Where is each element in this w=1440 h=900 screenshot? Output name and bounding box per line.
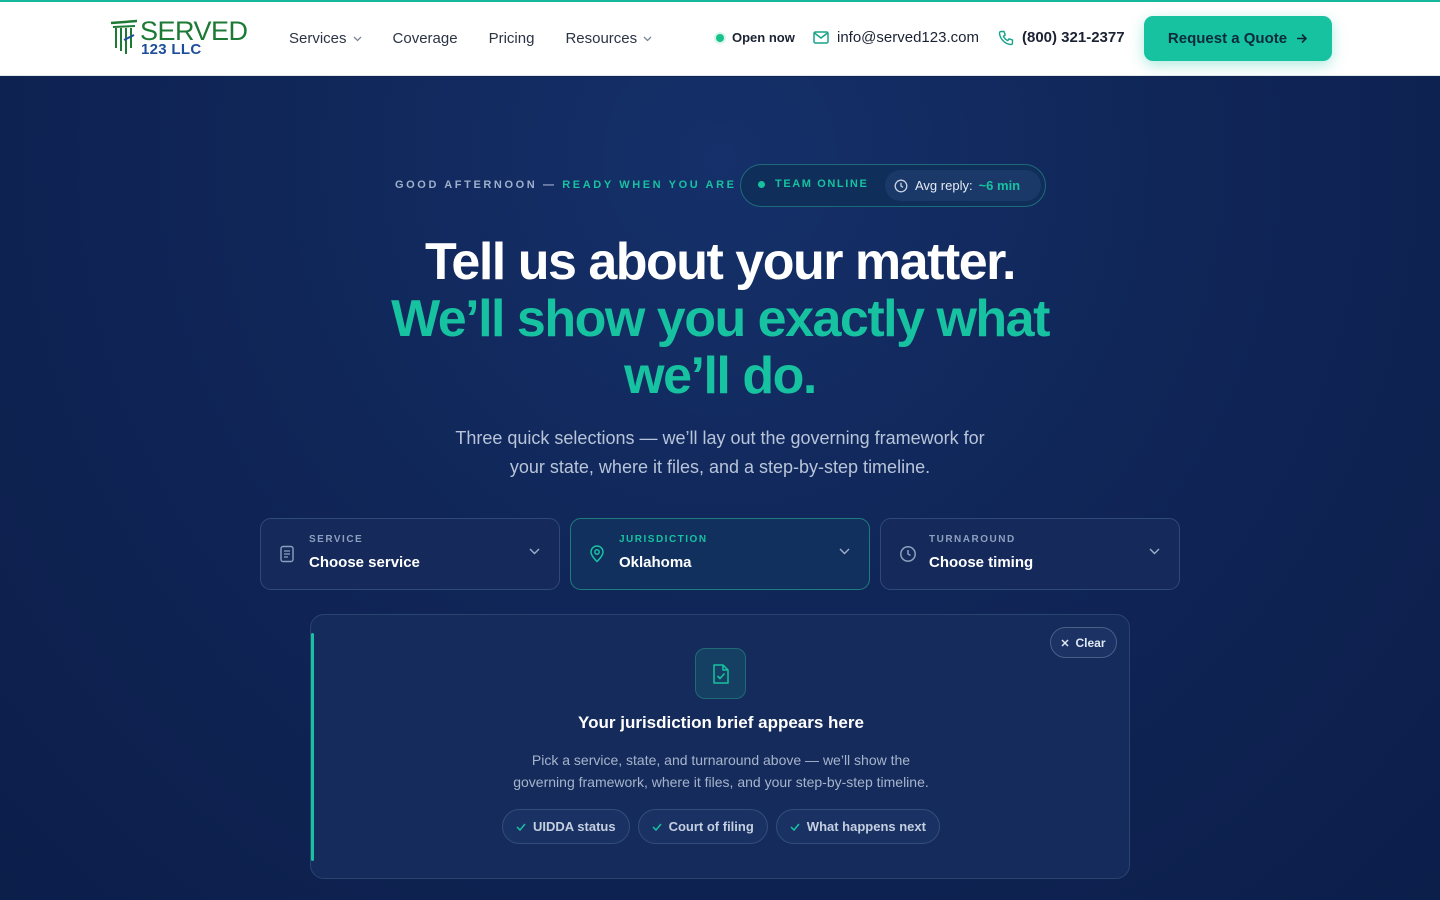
logo[interactable]: SERVED 123 LLC xyxy=(110,16,255,60)
chevron-down-icon xyxy=(643,36,652,41)
main-nav: Services Coverage Pricing Resources xyxy=(289,30,683,47)
nav-item-coverage[interactable]: Coverage xyxy=(393,30,458,47)
service-select-value: Choose service xyxy=(309,554,420,571)
turnaround-select-label: TURNAROUND xyxy=(929,534,1016,545)
hero-subtext: Three quick selections — we’ll lay out t… xyxy=(0,424,1440,482)
avg-reply-label: Avg reply: xyxy=(915,178,973,193)
nav-item-services[interactable]: Services xyxy=(289,30,362,47)
clear-button[interactable]: Clear xyxy=(1050,627,1117,658)
service-select-label: SERVICE xyxy=(309,534,364,545)
headline-accent: We’ll show you exactly what we’ll do. xyxy=(0,291,1440,405)
greeting-lead: GOOD AFTERNOON — xyxy=(395,179,557,191)
check-icon xyxy=(790,823,800,831)
jurisdiction-select-value: Oklahoma xyxy=(619,554,692,571)
turnaround-select[interactable]: TURNAROUND Choose timing xyxy=(880,518,1180,590)
document-icon xyxy=(280,545,294,563)
headline-accent-line2: we’ll do. xyxy=(624,347,817,405)
close-icon xyxy=(1061,638,1070,647)
document-check-icon xyxy=(695,648,746,699)
avg-reply-value: ~6 min xyxy=(978,178,1021,193)
brief-chip-list: UIDDA status Court of filing What happen… xyxy=(311,809,1129,844)
chip-uidda-status: UIDDA status xyxy=(502,809,630,844)
arrow-right-icon xyxy=(1297,33,1308,44)
clock-icon xyxy=(894,179,908,192)
brief-description: Pick a service, state, and turnaround ab… xyxy=(471,749,971,793)
email-text: info@served123.com xyxy=(837,29,979,46)
nav-item-pricing[interactable]: Pricing xyxy=(489,30,535,47)
check-icon xyxy=(516,823,526,831)
chevron-down-icon xyxy=(529,548,540,555)
email-link[interactable]: info@served123.com xyxy=(813,29,979,46)
online-dot-icon xyxy=(758,180,765,188)
phone-icon xyxy=(998,30,1014,45)
chip-label: UIDDA status xyxy=(533,819,616,834)
phone-link[interactable]: (800) 321-2377 xyxy=(998,29,1125,46)
nav-item-label: Resources xyxy=(565,30,638,47)
logo-suffix: 123 LLC xyxy=(141,41,202,58)
headline-accent-line1: We’ll show you exactly what xyxy=(391,290,1050,348)
chip-label: What happens next xyxy=(806,819,926,834)
mail-icon xyxy=(813,31,829,44)
chevron-down-icon xyxy=(353,36,361,41)
clear-button-label: Clear xyxy=(1075,635,1106,650)
phone-text: (800) 321-2377 xyxy=(1022,29,1125,46)
clock-icon xyxy=(900,546,916,562)
jurisdiction-select-label: JURISDICTION xyxy=(619,534,708,545)
team-online-label: TEAM ONLINE xyxy=(775,178,869,190)
request-quote-button[interactable]: Request a Quote xyxy=(1144,16,1332,61)
chip-label: Court of filing xyxy=(668,819,754,834)
hero-subtext-line2: your state, where it files, and a step-b… xyxy=(509,457,931,477)
brief-description-line1: Pick a service, state, and turnaround ab… xyxy=(531,752,911,768)
hero-subtext-line1: Three quick selections — we’ll lay out t… xyxy=(455,428,985,448)
brief-description-line2: governing framework, where it files, and… xyxy=(513,774,929,790)
pillar-logo-icon xyxy=(110,19,138,54)
site-header: SERVED 123 LLC Services Coverage Pricing… xyxy=(0,2,1440,76)
avg-reply-badge: Avg reply: ~6 min xyxy=(885,170,1041,201)
nav-item-label: Pricing xyxy=(488,30,535,47)
check-icon xyxy=(652,823,662,831)
nav-item-label: Coverage xyxy=(392,30,458,47)
turnaround-select-value: Choose timing xyxy=(929,554,1034,571)
team-status-pill: TEAM ONLINE Avg reply: ~6 min xyxy=(740,164,1046,207)
nav-item-resources[interactable]: Resources xyxy=(565,30,652,47)
jurisdiction-select[interactable]: JURISDICTION Oklahoma xyxy=(570,518,870,590)
open-status: Open now xyxy=(716,30,795,45)
team-online-indicator: TEAM ONLINE xyxy=(758,178,868,190)
chip-court-of-filing: Court of filing xyxy=(637,809,768,844)
open-status-label: Open now xyxy=(732,30,795,45)
greeting: GOOD AFTERNOON — READY WHEN YOU ARE xyxy=(395,179,737,191)
status-dot-icon xyxy=(716,33,724,42)
chevron-down-icon xyxy=(839,548,850,555)
jurisdiction-brief-card: Clear Your jurisdiction brief appears he… xyxy=(310,614,1130,879)
request-quote-label: Request a Quote xyxy=(1167,30,1288,47)
map-pin-icon xyxy=(590,545,604,563)
chevron-down-icon xyxy=(1149,548,1160,555)
service-select[interactable]: SERVICE Choose service xyxy=(260,518,560,590)
chip-what-happens-next: What happens next xyxy=(775,809,940,844)
nav-item-label: Services xyxy=(289,30,347,47)
brief-title: Your jurisdiction brief appears here xyxy=(578,713,864,732)
hero-section: GOOD AFTERNOON — READY WHEN YOU ARE TEAM… xyxy=(0,77,1440,900)
headline-primary: Tell us about your matter. xyxy=(425,233,1016,291)
greeting-accent: READY WHEN YOU ARE xyxy=(562,179,737,191)
